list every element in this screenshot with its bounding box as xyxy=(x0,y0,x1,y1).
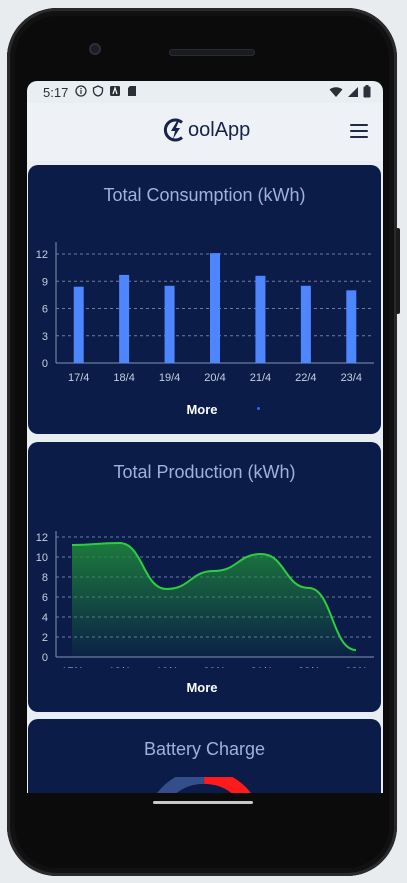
x-tick-label: 21/4 xyxy=(251,666,272,668)
bar-21/4 xyxy=(255,275,266,363)
status-bar: 5:17 xyxy=(27,81,383,103)
y-tick-label: 9 xyxy=(42,276,48,288)
y-tick-label: 10 xyxy=(36,552,48,564)
bar-19/4 xyxy=(164,285,175,363)
x-tick-label: 18/4 xyxy=(113,372,134,384)
wifi-icon xyxy=(329,86,343,97)
x-tick-label: 23/4 xyxy=(341,372,362,384)
app-logo[interactable]: oolApp xyxy=(162,117,250,143)
y-tick-label: 12 xyxy=(36,532,48,544)
battery-title: Battery Charge xyxy=(143,739,266,759)
app-header: oolApp xyxy=(27,103,383,161)
y-tick-label: 0 xyxy=(42,358,48,370)
earpiece-speaker xyxy=(169,49,255,56)
side-button xyxy=(396,228,400,314)
consumption-bar-chart: 0 3 6 9 12 17/4 18/4 19/4 20/4 21/4 22/4 23/4 xyxy=(36,242,374,384)
bar-22/4 xyxy=(300,285,311,363)
y-tick-label: 12 xyxy=(36,249,48,261)
page-indicator-dot xyxy=(257,407,260,410)
x-tick-label: 22/4 xyxy=(295,372,316,384)
x-tick-label: 17/4 xyxy=(68,372,89,384)
x-tick-label: 22/4 xyxy=(298,666,319,668)
shield-icon xyxy=(92,85,104,97)
consumption-more-button[interactable]: More xyxy=(172,402,232,417)
bar-20/4 xyxy=(210,253,220,363)
x-tick-label: 20/4 xyxy=(204,372,225,384)
y-tick-label: 2 xyxy=(42,632,48,644)
production-title: Total Production (kWh) xyxy=(113,462,296,482)
y-tick-label: 3 xyxy=(42,331,48,343)
home-indicator[interactable] xyxy=(153,801,253,804)
production-area-chart: 0 2 4 6 8 10 12 17/4 18/4 19/4 20/4 21/4 22/4 23/4 xyxy=(36,531,374,668)
y-tick-label: 4 xyxy=(42,612,48,624)
x-tick-label: 20/4 xyxy=(203,666,224,668)
lightning-logo-icon xyxy=(163,118,183,142)
x-tick-label: 19/4 xyxy=(156,666,177,668)
app-screen: 5:17 oolApp Total Consumption (kWh) 0 3 6 9… xyxy=(27,81,383,793)
x-tick-label: 23/4 xyxy=(345,666,366,668)
battery-card: Battery Charge xyxy=(28,719,381,793)
y-tick-label: 6 xyxy=(42,592,48,604)
production-more-button[interactable]: More xyxy=(172,680,232,695)
x-tick-label: 21/4 xyxy=(250,372,271,384)
signal-icon xyxy=(348,86,358,97)
battery-status-icon xyxy=(363,85,371,98)
sd-card-icon xyxy=(128,86,136,96)
production-card: Total Production (kWh) 0 2 4 6 8 10 12 17/4 18/4… xyxy=(28,442,381,712)
bar-23/4 xyxy=(346,290,357,363)
front-camera xyxy=(89,43,101,55)
production-area-fill xyxy=(72,543,356,657)
y-tick-label: 0 xyxy=(42,652,48,664)
bar-18/4 xyxy=(119,274,130,363)
x-tick-label: 18/4 xyxy=(109,666,130,668)
app-name: oolApp xyxy=(188,118,251,141)
status-time: 5:17 xyxy=(43,85,69,100)
bar-17/4 xyxy=(73,286,84,363)
font-icon xyxy=(110,86,120,96)
x-tick-label: 17/4 xyxy=(61,666,82,668)
info-icon xyxy=(75,85,87,97)
consumption-card: Total Consumption (kWh) 0 3 6 9 12 17/4 18/4 19… xyxy=(28,165,381,434)
y-tick-label: 6 xyxy=(42,304,48,316)
consumption-title: Total Consumption (kWh) xyxy=(103,185,306,205)
hamburger-menu-icon[interactable] xyxy=(350,124,368,138)
x-tick-label: 19/4 xyxy=(159,372,180,384)
y-tick-label: 8 xyxy=(42,572,48,584)
battery-gauge xyxy=(157,777,251,793)
